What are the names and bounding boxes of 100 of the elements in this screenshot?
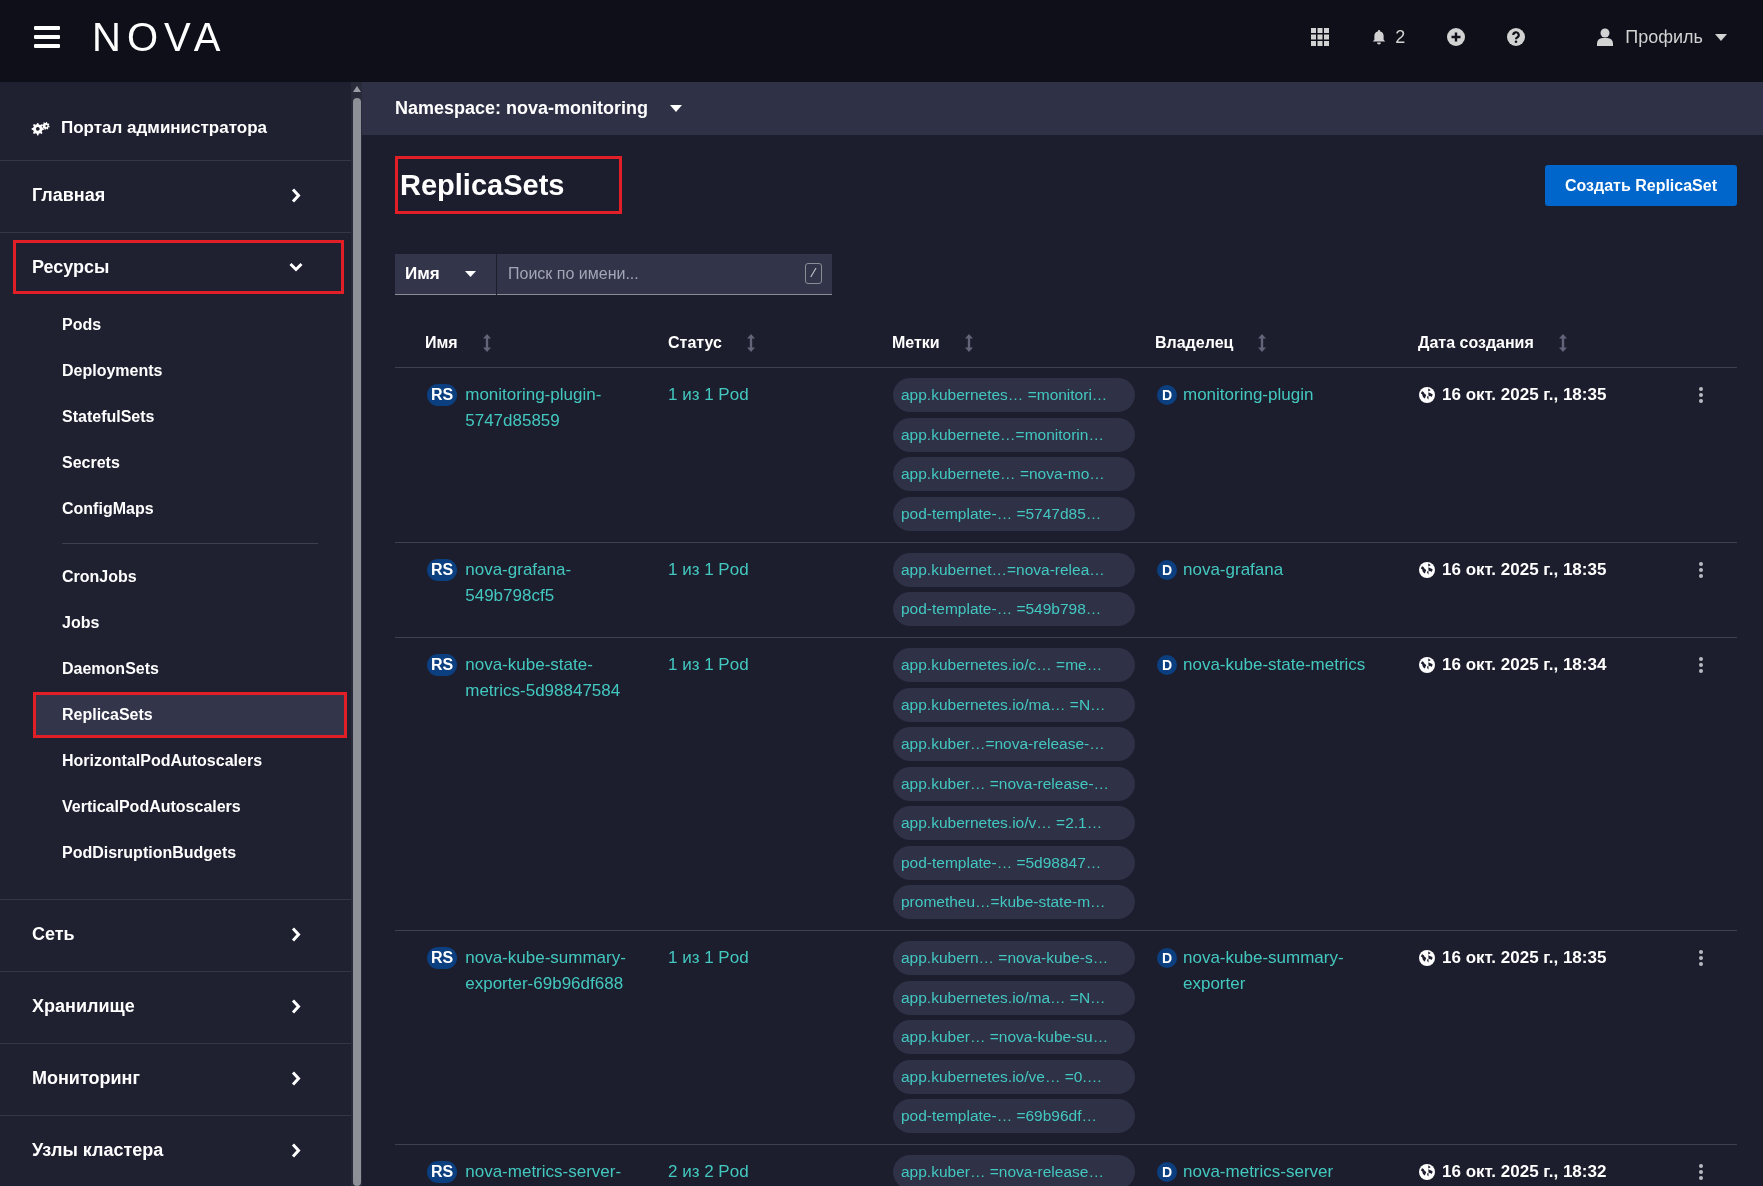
label-chip: app.kubernetes.io/c… =me… bbox=[893, 648, 1135, 682]
nav-link[interactable]: CronJobs bbox=[33, 554, 347, 600]
sort-icon[interactable] bbox=[1557, 333, 1568, 352]
status-link[interactable]: 1 из 1 Pod bbox=[668, 556, 749, 583]
scroll-up-icon[interactable] bbox=[352, 86, 361, 92]
scrollbar[interactable] bbox=[351, 82, 362, 1186]
status-link[interactable]: 2 из 2 Pod bbox=[668, 1159, 749, 1185]
created-date: 16 окт. 2025 г., 18:35 bbox=[1442, 947, 1607, 969]
created-date: 16 окт. 2025 г., 18:34 bbox=[1442, 654, 1607, 676]
nav-link[interactable]: VerticalPodAutoscalers bbox=[33, 784, 347, 830]
owner-link[interactable]: nova-kube-summary-exporter bbox=[1183, 945, 1393, 997]
owner-type-badge: D bbox=[1157, 948, 1177, 968]
nav-section[interactable]: Мониторинг bbox=[13, 1051, 344, 1105]
nav-section[interactable]: Узлы кластера bbox=[13, 1123, 344, 1177]
menu-icon[interactable] bbox=[34, 26, 60, 48]
admin-portal-link[interactable]: Портал администратора bbox=[31, 115, 267, 141]
globe-icon bbox=[1419, 657, 1435, 673]
label-chip: app.kuber… =nova-release… bbox=[893, 1155, 1135, 1186]
label-chip: pod-template-… =549b798… bbox=[893, 592, 1135, 626]
shortcut-key: / bbox=[805, 263, 822, 284]
kebab-menu-icon[interactable] bbox=[1699, 950, 1703, 966]
status-link[interactable]: 1 из 1 Pod bbox=[668, 652, 749, 678]
type-badge: RS bbox=[427, 384, 458, 406]
resource-name-link[interactable]: monitoring-plugin-5747d85859 bbox=[465, 382, 646, 434]
nav-link[interactable]: DaemonSets bbox=[33, 646, 347, 692]
grid-icon[interactable] bbox=[1311, 28, 1330, 46]
label-chip: prometheu…=kube-state-m… bbox=[893, 885, 1135, 919]
sort-icon[interactable] bbox=[745, 333, 756, 352]
kebab-menu-icon[interactable] bbox=[1699, 1164, 1703, 1180]
owner-link[interactable]: nova-grafana bbox=[1183, 556, 1393, 583]
status-link[interactable]: 1 из 1 Pod bbox=[668, 945, 749, 971]
logo: NOVA bbox=[92, 17, 227, 57]
gears-icon bbox=[31, 120, 50, 136]
label-chip: app.kubernetes.io/ma… =N… bbox=[893, 687, 1135, 722]
resource-name-link[interactable]: nova-kube-state-metrics-5d98847584 bbox=[465, 652, 646, 704]
nav-section[interactable]: Главная bbox=[13, 168, 344, 222]
label-chip: app.kubernetes.io/v… =2.1… bbox=[893, 806, 1135, 840]
label-chip: app.kubernetes.io/ma… =N… bbox=[893, 980, 1135, 1015]
column-header[interactable]: Владелец bbox=[1155, 330, 1234, 355]
namespace-dropdown[interactable]: Namespace: nova-monitoring bbox=[395, 95, 683, 122]
notifications-button[interactable]: 2 bbox=[1371, 23, 1406, 51]
sort-icon[interactable] bbox=[1257, 333, 1268, 352]
resource-name-link[interactable]: nova-kube-summary-exporter-69b96df688 bbox=[465, 945, 646, 997]
nav-link[interactable]: ReplicaSets bbox=[33, 692, 347, 738]
status-link[interactable]: 1 из 1 Pod bbox=[668, 382, 749, 408]
owner-link[interactable]: monitoring-plugin bbox=[1183, 382, 1393, 408]
caret-icon bbox=[670, 105, 683, 112]
sort-icon[interactable] bbox=[963, 333, 974, 352]
label-chip: app.kuber… =nova-release-… bbox=[893, 766, 1135, 801]
filter-dropdown[interactable]: Имя bbox=[395, 254, 496, 295]
nav-section[interactable]: Хранилище bbox=[13, 979, 344, 1033]
label-chip: app.kubernete… =nova-mo… bbox=[893, 457, 1135, 491]
created-date: 16 окт. 2025 г., 18:35 bbox=[1442, 384, 1607, 406]
sort-icon[interactable] bbox=[481, 333, 492, 352]
label-chip: app.kuber…=nova-release-… bbox=[893, 727, 1135, 761]
resource-name-link[interactable]: nova-metrics-server- bbox=[465, 1159, 646, 1185]
type-badge: RS bbox=[427, 1161, 458, 1183]
owner-type-badge: D bbox=[1157, 559, 1177, 580]
nav-section[interactable]: Сеть bbox=[13, 907, 344, 961]
globe-icon bbox=[1419, 950, 1435, 966]
kebab-menu-icon[interactable] bbox=[1699, 387, 1703, 403]
resource-name-link[interactable]: nova-grafana-549b798cf5 bbox=[465, 556, 646, 609]
label-chip: app.kubernetes… =monitori… bbox=[893, 378, 1135, 412]
nav-section[interactable]: Ресурсы bbox=[13, 240, 344, 294]
profile-menu[interactable]: Профиль bbox=[1597, 23, 1727, 51]
nav-link[interactable]: HorizontalPodAutoscalers bbox=[33, 738, 347, 784]
owner-type-badge: D bbox=[1157, 385, 1177, 405]
kebab-menu-icon[interactable] bbox=[1699, 561, 1703, 578]
nav-link[interactable]: Jobs bbox=[33, 600, 347, 646]
create-button[interactable]: Создать ReplicaSet bbox=[1544, 165, 1737, 206]
label-chip: pod-template-… =69b96df… bbox=[893, 1099, 1135, 1133]
add-icon[interactable] bbox=[1447, 28, 1466, 46]
owner-link[interactable]: nova-metrics-server bbox=[1183, 1159, 1393, 1185]
column-header[interactable]: Дата создания bbox=[1418, 330, 1534, 355]
kebab-menu-icon[interactable] bbox=[1699, 657, 1703, 673]
label-chip: app.kuber… =nova-kube-su… bbox=[893, 1020, 1135, 1054]
bell-icon bbox=[1371, 28, 1388, 46]
nav-link[interactable]: StatefulSets bbox=[33, 394, 347, 440]
globe-icon bbox=[1419, 387, 1435, 403]
nav-link[interactable]: Secrets bbox=[33, 440, 347, 486]
nav-link[interactable]: ConfigMaps bbox=[33, 486, 347, 532]
owner-link[interactable]: nova-kube-state-metrics bbox=[1183, 652, 1393, 678]
caret-icon bbox=[465, 271, 476, 277]
label-chip: app.kubernet…=nova-relea… bbox=[893, 552, 1135, 587]
nav-link[interactable]: Pods bbox=[33, 302, 347, 348]
column-header[interactable]: Имя bbox=[425, 330, 458, 355]
user-icon bbox=[1597, 28, 1614, 46]
owner-type-badge: D bbox=[1157, 655, 1177, 675]
label-chip: app.kubernete…=monitorin… bbox=[893, 417, 1135, 452]
nav-link[interactable]: Deployments bbox=[33, 348, 347, 394]
label-chip: app.kubern… =nova-kube-s… bbox=[893, 941, 1135, 975]
type-badge: RS bbox=[427, 558, 458, 581]
nav-link[interactable]: PodDisruptionBudgets bbox=[33, 830, 347, 876]
type-badge: RS bbox=[427, 947, 458, 969]
type-badge: RS bbox=[427, 654, 458, 676]
owner-type-badge: D bbox=[1157, 1162, 1177, 1182]
column-header[interactable]: Метки bbox=[892, 330, 940, 355]
column-header[interactable]: Статус bbox=[668, 330, 722, 355]
globe-icon bbox=[1419, 1164, 1435, 1180]
help-icon[interactable] bbox=[1507, 28, 1526, 46]
